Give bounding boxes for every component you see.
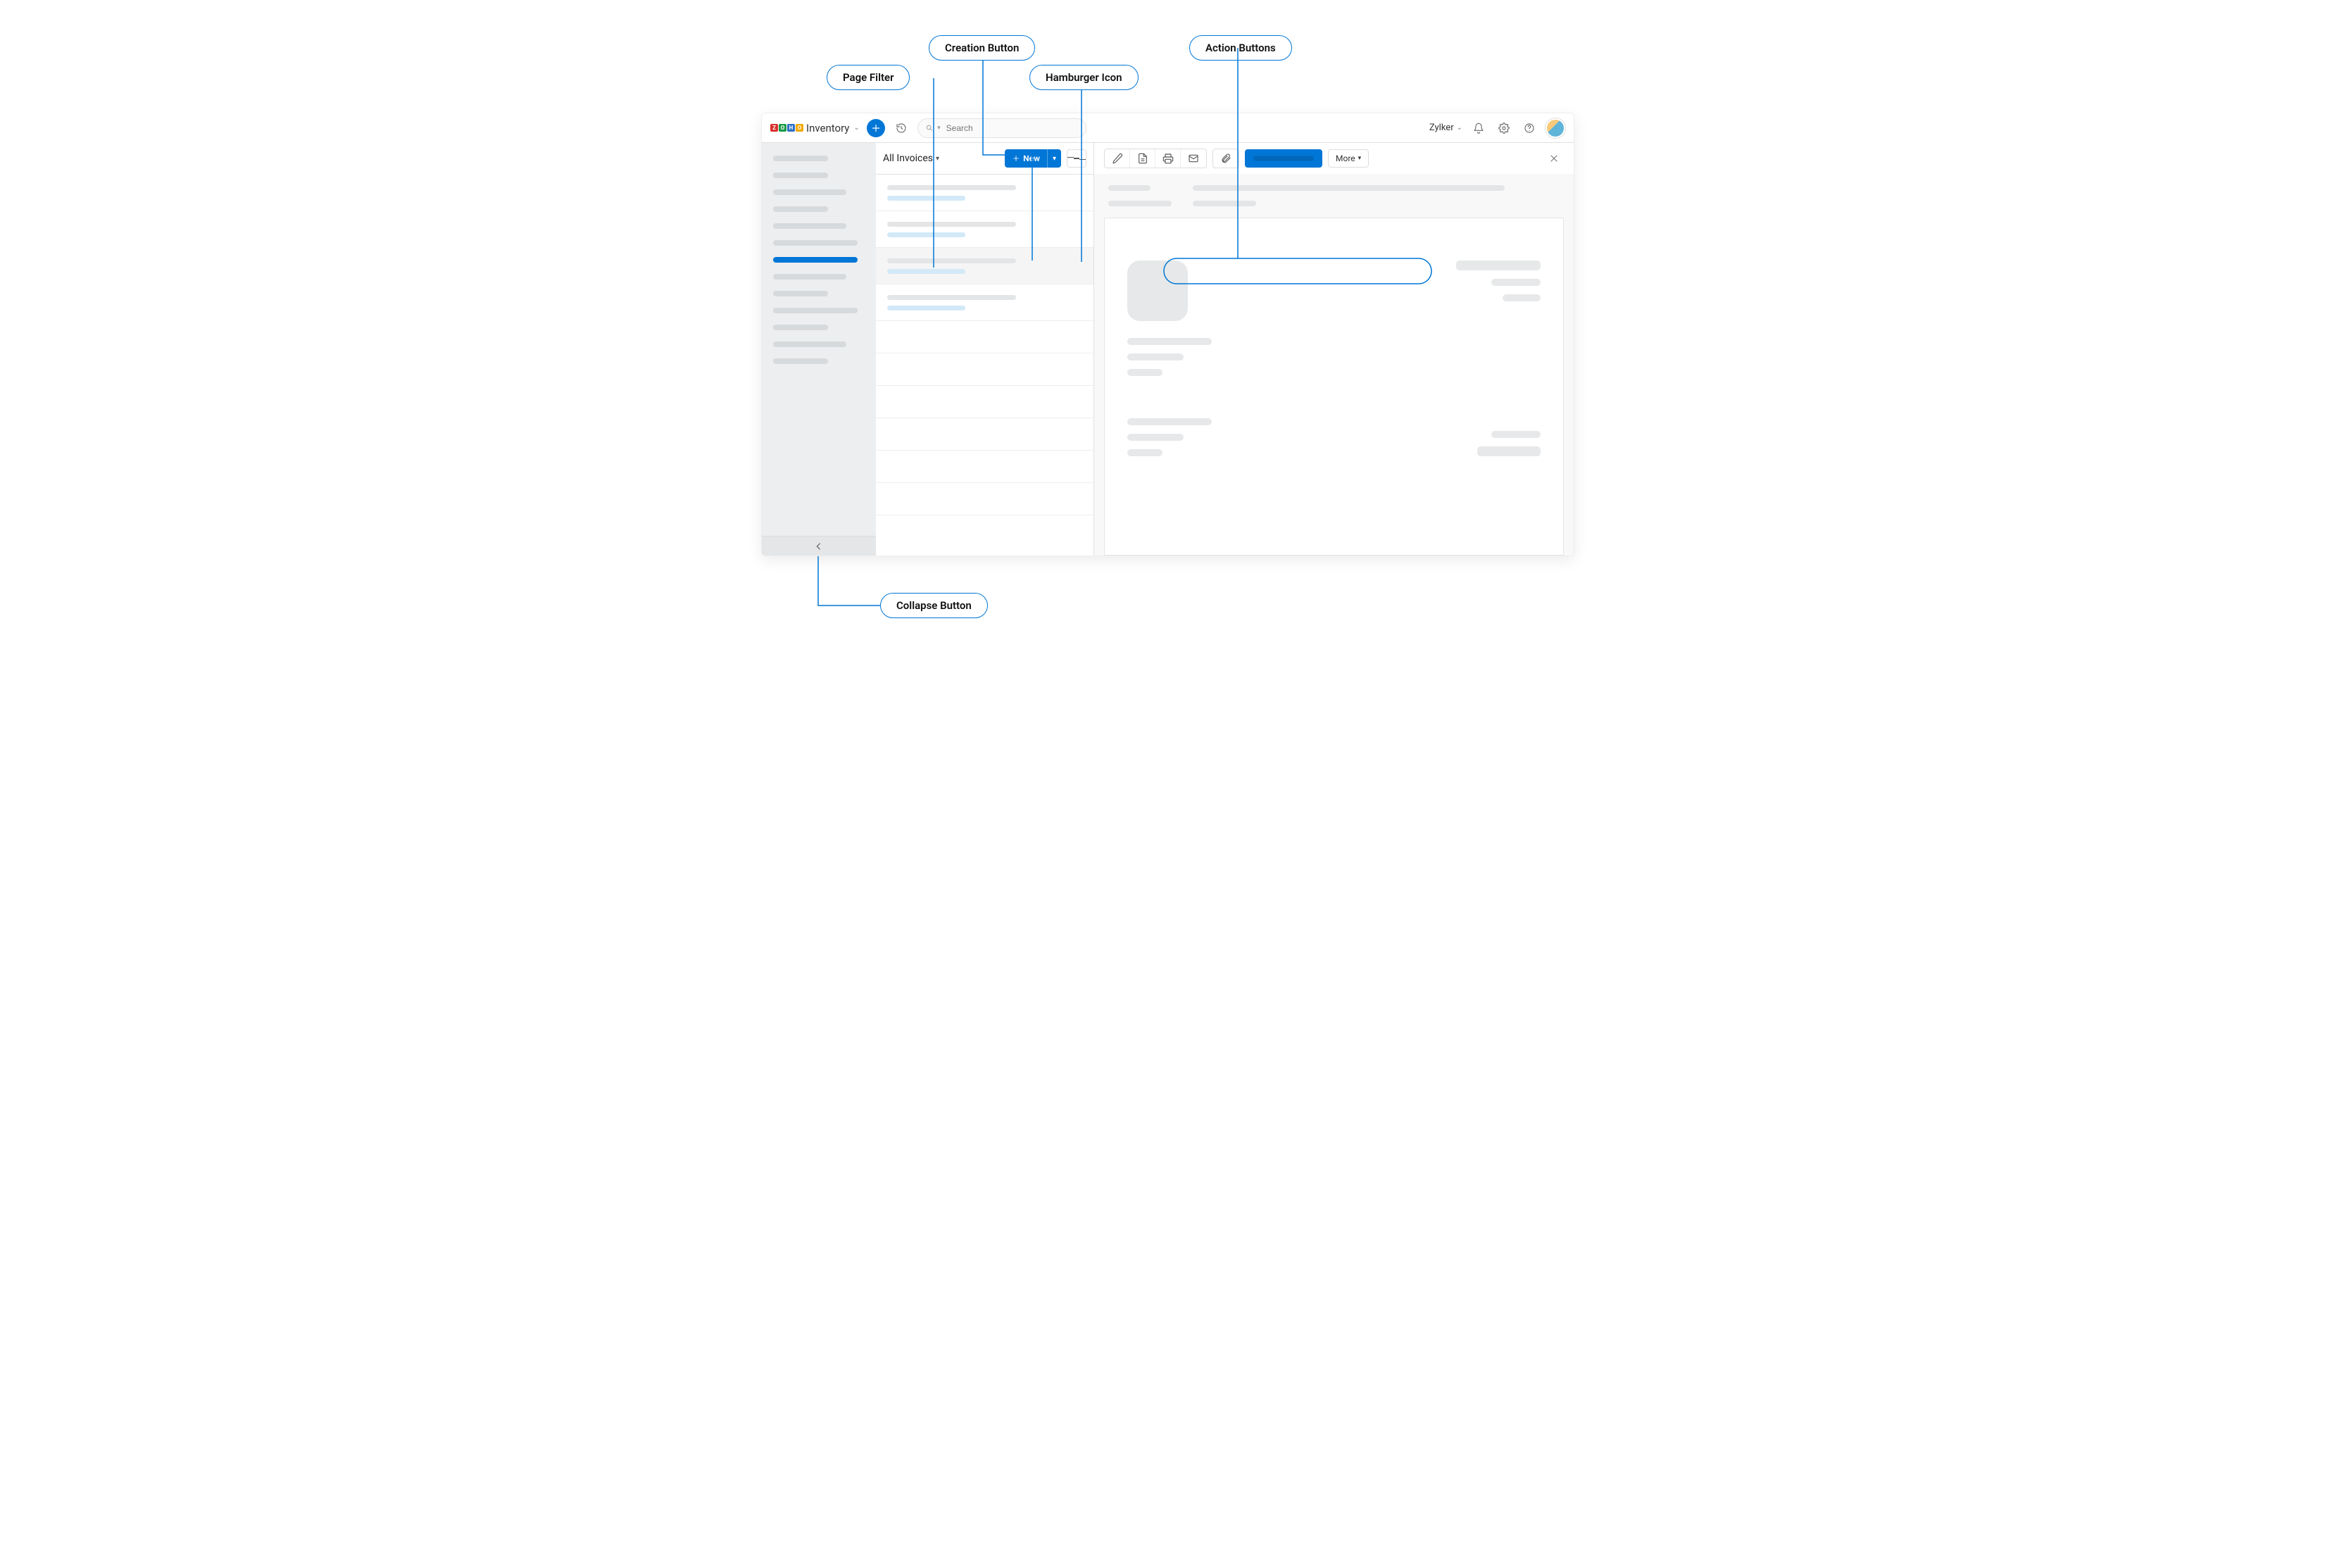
help-icon — [1524, 123, 1535, 134]
action-bar: More ▾ — [1094, 143, 1574, 174]
mail-button[interactable] — [1181, 149, 1206, 168]
search-input[interactable] — [945, 123, 1079, 134]
callout-hamburger-icon: Hamburger Icon — [1029, 65, 1139, 90]
callout-page-filter: Page Filter — [827, 65, 910, 90]
sidebar-item[interactable] — [773, 240, 858, 246]
global-search[interactable]: ▾ — [917, 118, 1086, 138]
chevron-down-icon: ▾ — [937, 125, 941, 132]
search-icon — [925, 123, 933, 132]
org-switcher[interactable]: Zylker ⌄ — [1429, 123, 1462, 133]
sidebar-item[interactable] — [773, 291, 828, 296]
pdf-button[interactable] — [1130, 149, 1155, 168]
creation-button-dropdown[interactable]: ▾ — [1047, 149, 1061, 168]
settings-button[interactable] — [1495, 119, 1513, 137]
callout-collapse-button: Collapse Button — [880, 593, 988, 618]
mail-icon — [1188, 153, 1199, 164]
hamburger-menu-button[interactable] — [1067, 149, 1086, 168]
plus-icon — [870, 123, 882, 134]
print-button[interactable] — [1155, 149, 1181, 168]
list-item-selected[interactable] — [876, 248, 1093, 284]
attachment-group — [1212, 149, 1239, 168]
attachment-button[interactable] — [1213, 149, 1239, 168]
app-logo[interactable]: ZOHO Inventory ⌄ — [770, 122, 860, 134]
list-item[interactable] — [876, 483, 1093, 515]
help-button[interactable] — [1520, 119, 1538, 137]
app-window: ZOHO Inventory ⌄ ▾ Zylker ⌄ — [761, 113, 1574, 556]
callout-creation-button: Creation Button — [929, 35, 1035, 61]
bell-icon — [1473, 123, 1484, 134]
list-item[interactable] — [876, 353, 1093, 386]
caret-down-icon: ▾ — [1358, 155, 1362, 162]
list-column: All Invoices ▾ New ▾ — [876, 143, 1094, 556]
creation-button-label: New — [1023, 153, 1040, 163]
gear-icon — [1498, 123, 1510, 134]
close-button[interactable] — [1544, 149, 1564, 168]
sidebar-item[interactable] — [773, 189, 846, 195]
recent-activity-button[interactable] — [892, 119, 910, 137]
sidebar-item[interactable] — [773, 325, 828, 330]
company-logo-placeholder — [1127, 261, 1188, 321]
org-name: Zylker — [1429, 123, 1454, 133]
avatar[interactable] — [1546, 118, 1565, 138]
quick-add-button[interactable] — [867, 119, 885, 137]
close-icon — [1548, 153, 1560, 164]
plus-icon — [1012, 154, 1020, 163]
pencil-icon — [1112, 153, 1123, 164]
action-buttons-group — [1104, 149, 1207, 168]
sidebar-item[interactable] — [773, 206, 828, 212]
list-item[interactable] — [876, 386, 1093, 418]
sidebar-item[interactable] — [773, 274, 846, 280]
chevron-down-icon: ⌄ — [853, 124, 859, 132]
sidebar-item[interactable] — [773, 341, 846, 347]
sidebar-item-active[interactable] — [773, 257, 858, 263]
chevron-left-icon — [813, 541, 825, 552]
list-item[interactable] — [876, 284, 1093, 321]
page-filter-label: All Invoices — [883, 153, 933, 164]
list-item[interactable] — [876, 175, 1093, 211]
sidebar — [762, 143, 876, 556]
sidebar-item[interactable] — [773, 173, 828, 178]
callout-action-buttons: Action Buttons — [1189, 35, 1292, 61]
edit-button[interactable] — [1105, 149, 1130, 168]
list-item[interactable] — [876, 211, 1093, 248]
page-filter-dropdown[interactable]: All Invoices ▾ — [883, 153, 939, 164]
zoho-logo-icon: ZOHO — [770, 124, 803, 132]
notifications-button[interactable] — [1469, 119, 1488, 137]
app-name: Inventory — [806, 122, 849, 134]
creation-button[interactable]: New ▾ — [1005, 149, 1061, 168]
detail-header — [1094, 174, 1574, 218]
caret-down-icon: ▾ — [936, 155, 939, 163]
more-button-label: More — [1336, 153, 1355, 163]
list-item[interactable] — [876, 321, 1093, 353]
sidebar-item[interactable] — [773, 358, 828, 364]
more-button[interactable]: More ▾ — [1328, 149, 1369, 168]
list-item[interactable] — [876, 451, 1093, 483]
history-icon — [896, 123, 907, 134]
chevron-down-icon: ⌄ — [1457, 124, 1462, 132]
paperclip-icon — [1220, 153, 1231, 164]
list-item[interactable] — [876, 418, 1093, 451]
topbar: ZOHO Inventory ⌄ ▾ Zylker ⌄ — [762, 113, 1574, 143]
sidebar-item[interactable] — [773, 156, 828, 161]
sidebar-item[interactable] — [773, 308, 858, 313]
printer-icon — [1162, 153, 1174, 164]
sidebar-item[interactable] — [773, 223, 846, 229]
detail-pane: More ▾ — [1094, 143, 1574, 556]
pdf-icon — [1137, 153, 1148, 164]
primary-action-button[interactable] — [1245, 149, 1322, 168]
sidebar-collapse-button[interactable] — [762, 536, 876, 556]
document-preview — [1104, 218, 1564, 556]
